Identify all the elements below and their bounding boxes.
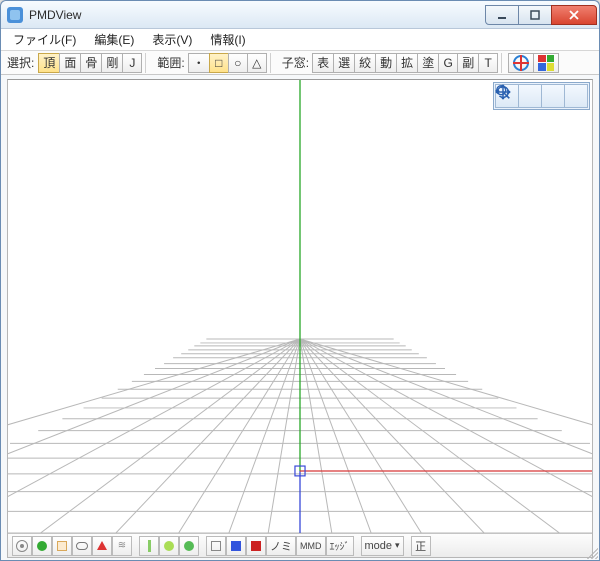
chevron-down-icon: ▾: [395, 540, 400, 551]
concentric-icon: [16, 540, 28, 552]
sub-select-button[interactable]: 選: [333, 53, 355, 73]
sub-display-button[interactable]: 表: [312, 53, 334, 73]
select-j-button[interactable]: J: [122, 53, 142, 73]
manipulator-panel: [493, 82, 590, 110]
sb-red-tri-button[interactable]: [92, 536, 112, 556]
sub-g-button[interactable]: G: [438, 53, 458, 73]
viewport-3d[interactable]: [8, 80, 592, 533]
green-bar-icon: [148, 540, 151, 552]
maximize-icon: [530, 10, 540, 20]
blue-sq-icon: [231, 541, 241, 551]
range-dot-button[interactable]: ・: [188, 53, 210, 73]
range-circle-button[interactable]: ○: [228, 53, 248, 73]
lime-dot-icon: [164, 541, 174, 551]
target-mode-button[interactable]: [508, 53, 534, 73]
sb-band-button[interactable]: [72, 536, 92, 556]
minimize-icon: [497, 10, 507, 20]
close-icon: [569, 10, 579, 20]
select-label: 選択:: [3, 54, 38, 71]
sb-lime-dot-button[interactable]: [159, 536, 179, 556]
content-area: ≋ ノミ MMD ｴｯｼﾞ mode▾ 正: [7, 79, 593, 558]
sub-t-button[interactable]: T: [478, 53, 498, 73]
app-window: PMDView ファイル(F) 編集(E) 表示(V) 情報(I) 選択: 頂 …: [0, 0, 600, 561]
mode-dropdown[interactable]: mode▾: [361, 536, 404, 556]
green-dot-icon: [37, 541, 47, 551]
select-rigid-button[interactable]: 剛: [101, 53, 123, 73]
range-label: 範囲:: [153, 54, 188, 71]
sb-blue-sq-button[interactable]: [226, 536, 246, 556]
separator: [501, 53, 506, 73]
menu-edit[interactable]: 編集(E): [86, 28, 142, 51]
sb-green-bar-button[interactable]: [139, 536, 159, 556]
select-bone-button[interactable]: 骨: [80, 53, 102, 73]
window-buttons: [486, 5, 597, 25]
sb-green2-dot-button[interactable]: [179, 536, 199, 556]
outline-box-icon: [211, 541, 221, 551]
sb-concentric-button[interactable]: [12, 536, 32, 556]
sub-expand-button[interactable]: 拡: [396, 53, 418, 73]
menu-bar: ファイル(F) 編集(E) 表示(V) 情報(I): [1, 29, 599, 51]
target-icon: [513, 55, 529, 71]
app-icon: [7, 7, 23, 23]
sb-nomi-button[interactable]: ノミ: [266, 536, 296, 556]
range-triangle-button[interactable]: △: [247, 53, 267, 73]
sb-orange-sq-button[interactable]: [52, 536, 72, 556]
menu-file[interactable]: ファイル(F): [5, 28, 84, 51]
window-title: PMDView: [29, 8, 486, 22]
sb-wave-button[interactable]: ≋: [112, 536, 132, 556]
separator: [270, 53, 275, 73]
sb-mmd-button[interactable]: MMD: [296, 536, 326, 556]
status-bar: ≋ ノミ MMD ｴｯｼﾞ mode▾ 正: [8, 533, 592, 557]
pill-icon: [76, 542, 88, 550]
resize-grip[interactable]: [584, 545, 598, 559]
wave-icon: ≋: [118, 540, 126, 551]
sub-paint-button[interactable]: 塗: [417, 53, 439, 73]
green2-dot-icon: [184, 541, 194, 551]
maximize-button[interactable]: [518, 5, 552, 25]
grid-render: [8, 80, 592, 533]
rotate-button[interactable]: [564, 84, 588, 108]
orange-square-icon: [57, 541, 67, 551]
rotate-icon: [494, 83, 512, 101]
separator: [145, 53, 150, 73]
sb-green-dot-button[interactable]: [32, 536, 52, 556]
minimize-button[interactable]: [485, 5, 519, 25]
titlebar[interactable]: PMDView: [1, 1, 599, 29]
move-button[interactable]: [518, 84, 542, 108]
zoom-button[interactable]: [541, 84, 565, 108]
toolbar-main: 選択: 頂 面 骨 剛 J 範囲: ・ □ ○ △ 子窓: 表 選 絞 動 拡 …: [1, 51, 599, 75]
sub-move-button[interactable]: 動: [375, 53, 397, 73]
sb-red-sq-button[interactable]: [246, 536, 266, 556]
sb-sei-button[interactable]: 正: [411, 536, 431, 556]
subwindow-label: 子窓:: [278, 54, 313, 71]
select-vertex-button[interactable]: 頂: [38, 53, 60, 73]
range-square-button[interactable]: □: [209, 53, 229, 73]
sub-narrow-button[interactable]: 絞: [354, 53, 376, 73]
close-button[interactable]: [551, 5, 597, 25]
sub-sub-button[interactable]: 副: [457, 53, 479, 73]
red-sq-icon: [251, 541, 261, 551]
menu-view[interactable]: 表示(V): [144, 28, 200, 51]
quad-view-button[interactable]: [533, 53, 559, 73]
menu-info[interactable]: 情報(I): [202, 28, 253, 51]
sb-edge-button[interactable]: ｴｯｼﾞ: [326, 536, 354, 556]
select-face-button[interactable]: 面: [59, 53, 81, 73]
mode-label: mode: [365, 540, 393, 552]
red-tri-icon: [97, 541, 107, 550]
grid4-icon: [538, 55, 554, 71]
sb-box-button[interactable]: [206, 536, 226, 556]
